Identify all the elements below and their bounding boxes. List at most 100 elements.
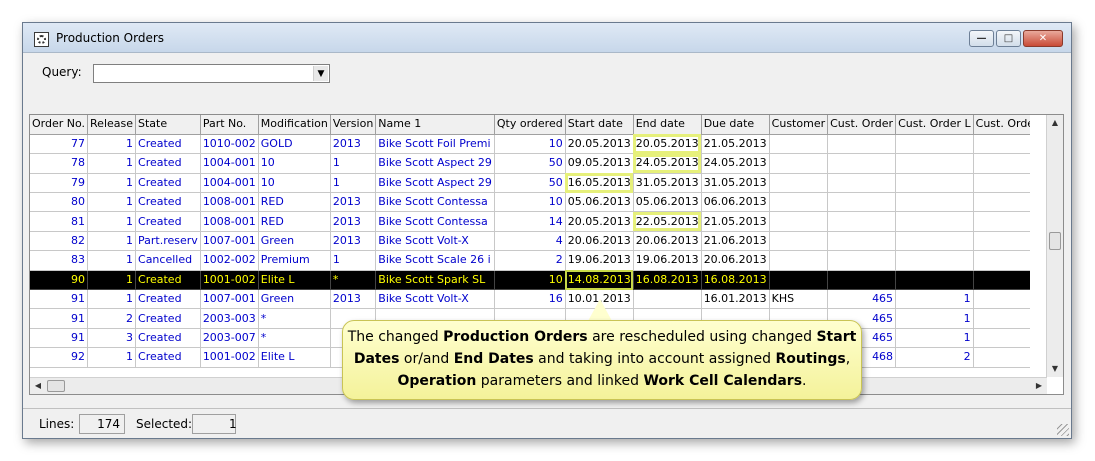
table-cell[interactable] xyxy=(973,347,1030,368)
table-cell[interactable]: 16.01.2013 xyxy=(701,289,770,310)
table-cell[interactable]: Created xyxy=(135,192,201,213)
table-cell[interactable]: 1 xyxy=(87,347,137,368)
table-cell[interactable]: 2013 xyxy=(330,289,377,310)
table-cell[interactable]: Created xyxy=(135,308,201,329)
table-cell[interactable]: 1 xyxy=(87,173,137,194)
table-cell[interactable]: 10 xyxy=(494,192,566,213)
column-header[interactable]: Part No. xyxy=(200,115,259,135)
table-cell[interactable] xyxy=(973,192,1030,213)
table-cell[interactable]: 1 xyxy=(87,270,137,291)
table-cell[interactable]: 1 xyxy=(87,289,137,310)
column-header[interactable]: Customer xyxy=(769,115,829,135)
table-cell[interactable] xyxy=(973,328,1030,349)
horizontal-scroll-thumb[interactable] xyxy=(47,380,65,392)
table-cell[interactable]: Created xyxy=(135,153,201,174)
table-cell[interactable]: 24.05.2013 xyxy=(701,153,770,174)
table-cell[interactable]: 16.08.2013 xyxy=(701,270,770,291)
table-cell[interactable]: 1 xyxy=(87,211,137,232)
table-cell[interactable]: 77 xyxy=(30,134,89,155)
table-cell[interactable]: 2 xyxy=(494,250,566,271)
table-row[interactable]: 91 1 Created 1007-001 Green 2013 Bike Scott Vo… xyxy=(30,289,1030,310)
table-cell[interactable] xyxy=(895,134,974,155)
table-cell[interactable]: 1004-001 xyxy=(200,153,259,174)
table-cell[interactable]: 1008-001 xyxy=(200,192,259,213)
column-header[interactable]: State xyxy=(135,115,201,135)
table-cell[interactable]: Part.reserv xyxy=(135,231,201,252)
table-cell[interactable]: 1 xyxy=(330,173,377,194)
table-cell[interactable]: 1001-002 xyxy=(200,347,259,368)
table-cell[interactable] xyxy=(827,231,897,252)
table-cell[interactable]: 09.05.2013 xyxy=(565,153,634,174)
table-cell[interactable]: GOLD xyxy=(258,134,331,155)
table-cell[interactable]: 10 xyxy=(258,173,331,194)
table-cell[interactable]: 14 xyxy=(494,211,566,232)
table-cell[interactable]: 78 xyxy=(30,153,89,174)
table-cell[interactable]: 83 xyxy=(30,250,89,271)
table-cell[interactable]: Created xyxy=(135,270,201,291)
table-cell[interactable]: Created xyxy=(135,173,201,194)
table-cell[interactable]: Created xyxy=(135,347,201,368)
table-cell[interactable]: 3 xyxy=(87,328,137,349)
table-cell[interactable]: 1 xyxy=(330,153,377,174)
table-cell[interactable]: Created xyxy=(135,134,201,155)
table-cell[interactable] xyxy=(895,173,974,194)
column-header[interactable]: Name 1 xyxy=(375,115,495,135)
table-cell[interactable]: 10 xyxy=(494,134,566,155)
title-bar[interactable]: Production Orders — □ ✕ xyxy=(23,23,1071,53)
table-cell[interactable]: Bike Scott Spark SL xyxy=(375,270,495,291)
table-cell[interactable] xyxy=(973,211,1030,232)
table-cell[interactable]: 1004-001 xyxy=(200,173,259,194)
table-cell[interactable] xyxy=(827,173,897,194)
table-cell[interactable]: 82 xyxy=(30,231,89,252)
column-header[interactable]: Cust. Order xyxy=(827,115,897,135)
close-button[interactable]: ✕ xyxy=(1023,30,1063,47)
column-header[interactable]: Start date xyxy=(565,115,634,135)
column-header[interactable]: End date xyxy=(633,115,702,135)
table-cell[interactable] xyxy=(895,211,974,232)
table-cell[interactable]: 2013 xyxy=(330,231,377,252)
table-cell[interactable] xyxy=(769,134,829,155)
table-cell[interactable] xyxy=(973,289,1030,310)
table-cell[interactable]: 20.05.2013 xyxy=(565,134,634,155)
table-cell[interactable]: 20.06.2013 xyxy=(633,231,702,252)
table-cell[interactable]: 1007-001 xyxy=(200,231,259,252)
table-cell[interactable]: RED xyxy=(258,211,331,232)
table-row[interactable]: 90 1 Created 1001-002 Elite L * Bike Scott Spa… xyxy=(30,270,1030,291)
table-cell[interactable]: Bike Scott Scale 26 i xyxy=(375,250,495,271)
table-cell[interactable]: Green xyxy=(258,289,331,310)
table-cell[interactable]: 31.05.2013 xyxy=(633,173,702,194)
table-cell[interactable]: 16.08.2013 xyxy=(633,270,702,291)
table-cell[interactable]: 1 xyxy=(87,192,137,213)
table-cell[interactable]: * xyxy=(330,270,377,291)
table-cell[interactable]: 16 xyxy=(494,289,566,310)
table-cell[interactable] xyxy=(827,153,897,174)
table-cell[interactable]: 10 xyxy=(494,270,566,291)
table-cell[interactable]: Bike Scott Volt-X xyxy=(375,289,495,310)
table-cell[interactable]: Elite L xyxy=(258,270,331,291)
table-cell[interactable]: Bike Scott Contessa xyxy=(375,192,495,213)
table-cell[interactable]: 21.05.2013 xyxy=(701,211,770,232)
table-cell[interactable]: 4 xyxy=(494,231,566,252)
table-cell[interactable]: 21.06.2013 xyxy=(701,231,770,252)
table-cell[interactable]: 2013 xyxy=(330,192,377,213)
table-cell[interactable]: 1 xyxy=(330,250,377,271)
table-cell[interactable]: 1 xyxy=(87,250,137,271)
column-header[interactable]: Cust. Order L xyxy=(895,115,974,135)
table-cell[interactable]: Created xyxy=(135,289,201,310)
maximize-button[interactable]: □ xyxy=(996,30,1021,47)
table-cell[interactable]: 20.06.2013 xyxy=(565,231,634,252)
table-cell[interactable]: 1 xyxy=(87,134,137,155)
table-cell[interactable] xyxy=(769,231,829,252)
table-cell[interactable] xyxy=(769,192,829,213)
table-cell[interactable]: 20.05.2013 xyxy=(565,211,634,232)
table-cell[interactable] xyxy=(973,134,1030,155)
table-cell[interactable] xyxy=(895,231,974,252)
table-cell[interactable]: Cancelled xyxy=(135,250,201,271)
table-cell[interactable] xyxy=(973,308,1030,329)
vertical-scrollbar[interactable]: ▲ ▼ xyxy=(1046,115,1063,377)
table-cell[interactable]: Bike Scott Foil Premi xyxy=(375,134,495,155)
table-cell[interactable] xyxy=(827,192,897,213)
table-cell[interactable]: 50 xyxy=(494,153,566,174)
column-header[interactable]: Due date xyxy=(701,115,770,135)
table-cell[interactable]: Created xyxy=(135,328,201,349)
